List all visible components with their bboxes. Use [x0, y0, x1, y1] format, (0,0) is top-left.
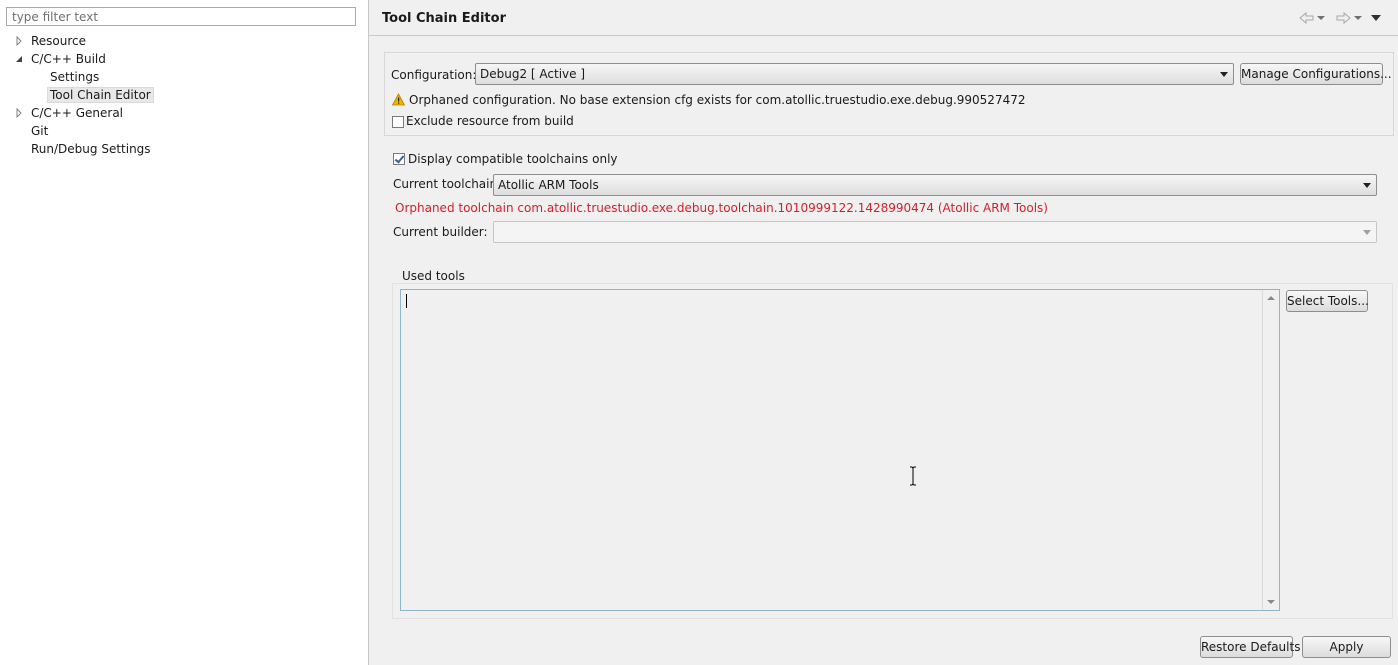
used-tools-text-area[interactable] [400, 289, 1280, 611]
forward-arrow-icon[interactable] [1334, 10, 1352, 26]
tree-item-label: C/C++ General [31, 106, 124, 120]
back-menu-chevron-down-icon[interactable] [1316, 10, 1326, 26]
current-builder-label: Current builder: [393, 225, 488, 239]
expand-triangle-icon[interactable] [14, 108, 24, 118]
page-title: Tool Chain Editor [382, 11, 506, 26]
configuration-group: Configuration: Debug2 [ Active ] Manage … [384, 52, 1394, 136]
current-toolchain-label: Current toolchain: [393, 177, 502, 191]
display-compatible-label: Display compatible toolchains only [408, 152, 618, 166]
tree-item-resource[interactable]: Resource [16, 32, 89, 50]
restore-defaults-button[interactable]: Restore Defaults [1200, 636, 1300, 658]
select-tools-button[interactable]: Select Tools... [1286, 290, 1369, 312]
used-tools-label: Used tools [400, 269, 467, 283]
tree-item-label: Tool Chain Editor [47, 87, 154, 103]
chevron-down-icon [1220, 72, 1228, 77]
configuration-select[interactable]: Debug2 [ Active ] [475, 63, 1234, 85]
text-caret [406, 294, 407, 308]
warning-icon [392, 93, 405, 106]
tree-item-label: Run/Debug Settings [31, 142, 151, 156]
manage-configurations-button[interactable]: Manage Configurations... [1240, 63, 1392, 85]
chevron-down-icon [1363, 230, 1371, 235]
display-compatible-checkbox[interactable] [393, 153, 405, 165]
tree-item-label: Resource [31, 34, 87, 48]
exclude-resource-checkbox[interactable] [392, 116, 404, 128]
scroll-up-arrow-icon[interactable] [1267, 296, 1275, 300]
tree-item-cpp-build[interactable]: C/C++ Build [16, 50, 109, 68]
expand-triangle-icon[interactable] [14, 36, 24, 46]
tree-item-cpp-general[interactable]: C/C++ General [16, 104, 126, 122]
configuration-label: Configuration: [391, 68, 477, 82]
orphaned-configuration-warning: Orphaned configuration. No base extensio… [409, 93, 1026, 107]
tree-item-git[interactable]: Git [28, 122, 51, 140]
tree-item-tool-chain-editor[interactable]: Tool Chain Editor [47, 86, 154, 104]
tree-item-label: Settings [50, 70, 100, 84]
orphaned-toolchain-error: Orphaned toolchain com.atollic.truestudi… [395, 201, 1048, 215]
preferences-tree-panel: Resource C/C++ Build Settings Tool Chain… [0, 0, 369, 665]
header-separator [369, 35, 1398, 36]
property-page: Tool Chain Editor Configuration: Debug2 … [369, 0, 1398, 665]
current-toolchain-select[interactable]: Atollic ARM Tools [493, 174, 1377, 196]
forward-menu-chevron-down-icon[interactable] [1353, 10, 1363, 26]
tree-item-run-debug-settings[interactable]: Run/Debug Settings [28, 140, 154, 158]
current-builder-select [493, 221, 1377, 243]
exclude-resource-label: Exclude resource from build [406, 114, 574, 128]
apply-button[interactable]: Apply [1302, 636, 1391, 658]
collapse-triangle-icon[interactable] [14, 54, 24, 64]
chevron-down-icon [1363, 183, 1371, 188]
text-cursor-icon [910, 466, 916, 486]
vertical-scrollbar[interactable] [1262, 290, 1279, 610]
tree-item-settings[interactable]: Settings [47, 68, 102, 86]
current-toolchain-value: Atollic ARM Tools [498, 178, 599, 192]
scroll-down-arrow-icon[interactable] [1267, 600, 1275, 604]
back-arrow-icon[interactable] [1298, 10, 1316, 26]
tree-item-label: Git [31, 124, 49, 138]
filter-input[interactable] [6, 7, 356, 26]
view-menu-chevron-down-icon[interactable] [1370, 10, 1382, 26]
configuration-value: Debug2 [ Active ] [480, 67, 586, 81]
history-navigation [1298, 10, 1388, 26]
tree-item-label: C/C++ Build [31, 52, 106, 66]
